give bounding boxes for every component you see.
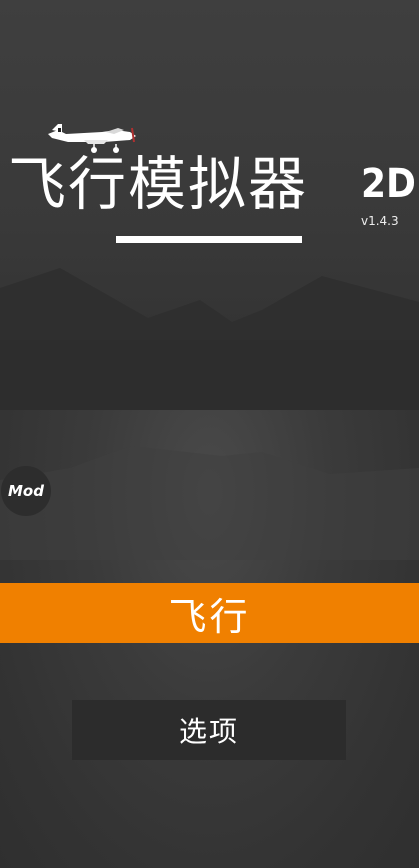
options-button[interactable]: 选项 [72,700,346,760]
fly-button[interactable]: 飞行 [0,583,419,643]
version-label: v1.4.3 [361,214,399,228]
game-title-suffix: 2D [361,161,416,207]
title-underline [116,236,302,243]
mod-badge-label: Mod [8,482,44,500]
mountains-bottom-background [0,446,419,560]
mountains-top-background [0,268,419,410]
game-main-menu: 飞行模拟器 2D v1.4.3 Mod 飞行 选项 [0,0,419,868]
game-title: 飞行模拟器 [8,150,309,218]
fly-button-label: 飞行 [168,594,251,639]
options-button-label: 选项 [178,715,239,748]
mod-badge[interactable]: Mod [1,466,51,516]
